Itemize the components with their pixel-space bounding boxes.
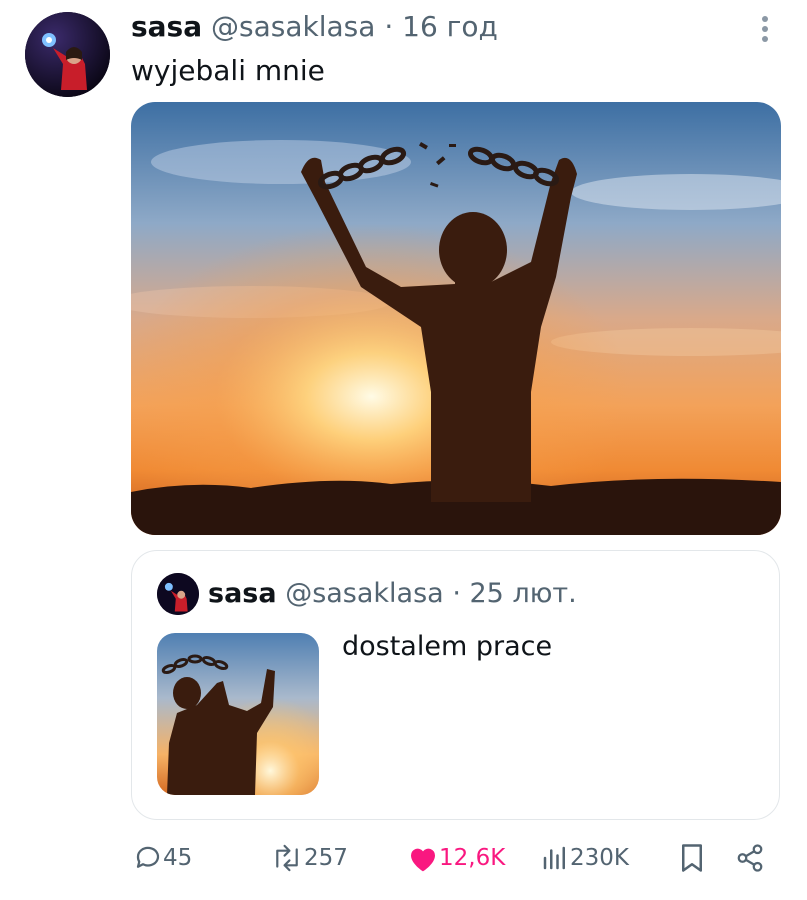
repost-icon (270, 843, 304, 873)
quoted-tweet-header: sasa @sasaklasa · 25 лют. (208, 576, 577, 612)
quoted-separator-dot: · (452, 578, 461, 609)
views-count: 230K (570, 845, 629, 871)
share-icon (735, 843, 765, 873)
tweet-time[interactable]: 16 год (402, 10, 498, 43)
like-count: 12,6K (439, 845, 506, 871)
repost-button[interactable]: 257 (270, 838, 348, 878)
quoted-tweet-image[interactable] (157, 633, 319, 795)
tweet-image[interactable] (131, 102, 781, 535)
tweet-text: wyjebali mnie (131, 54, 325, 87)
views-button[interactable]: 230K (540, 838, 629, 878)
reply-button[interactable]: 45 (133, 838, 192, 878)
share-button[interactable] (735, 838, 765, 878)
tweet-header: sasa @sasaklasa · 16 год (131, 8, 498, 46)
reply-count: 45 (163, 845, 193, 871)
quoted-author-name[interactable]: sasa (208, 578, 277, 609)
author-handle[interactable]: @sasaklasa (211, 10, 375, 43)
author-name[interactable]: sasa (131, 10, 202, 43)
bookmark-button[interactable] (678, 838, 706, 878)
quoted-author-avatar[interactable] (157, 573, 199, 615)
like-button[interactable]: 12,6K (407, 838, 505, 878)
heart-icon (407, 843, 439, 873)
more-options-icon[interactable] (755, 14, 775, 44)
reply-icon (133, 843, 163, 873)
repost-count: 257 (304, 845, 348, 871)
quoted-tweet-card[interactable]: sasa @sasaklasa · 25 лют. dostalem prace (131, 550, 780, 820)
bookmark-icon (678, 843, 706, 873)
quoted-tweet-time[interactable]: 25 лют. (470, 578, 577, 609)
quoted-tweet-text: dostalem prace (342, 631, 553, 662)
quoted-author-handle[interactable]: @sasaklasa (285, 578, 444, 609)
author-avatar[interactable] (25, 12, 110, 97)
views-bar-chart-icon (540, 843, 570, 873)
tweet-action-bar: 45 257 12,6K 230K (0, 838, 807, 878)
separator-dot: · (384, 10, 394, 43)
